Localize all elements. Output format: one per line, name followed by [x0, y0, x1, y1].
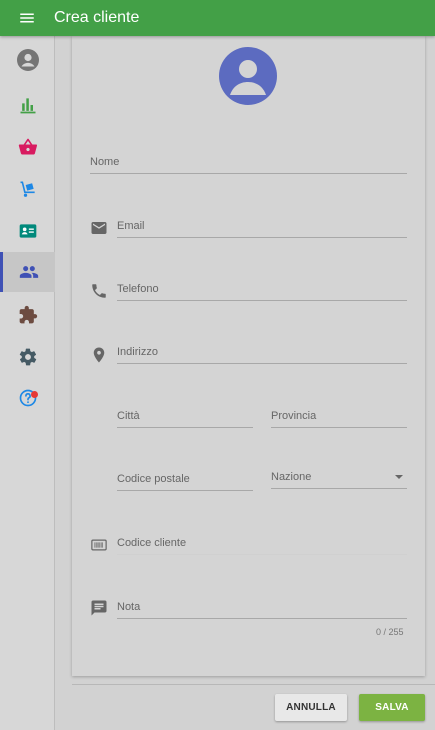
bar-chart-icon — [20, 98, 35, 114]
puzzle-icon — [19, 305, 37, 324]
provincia-field[interactable]: Provincia — [271, 404, 407, 428]
nota-char-counter: 0 / 255 — [376, 627, 404, 637]
nota-label: Nota — [117, 601, 141, 613]
shopping-basket-icon — [18, 138, 37, 155]
indirizzo-field[interactable]: Indirizzo — [117, 340, 407, 364]
chevron-down-icon — [395, 475, 403, 479]
sidebar-item-settings[interactable] — [0, 337, 55, 377]
codice-postale-field[interactable]: Codice postale — [117, 467, 253, 491]
nota-field[interactable]: Nota — [117, 595, 407, 619]
id-card-icon — [19, 224, 36, 238]
sidebar-item-warehouse[interactable] — [0, 169, 55, 209]
sidebar-item-customers[interactable] — [0, 252, 55, 292]
notification-badge — [31, 391, 38, 398]
citta-field[interactable]: Città — [117, 404, 253, 428]
nome-field[interactable]: Nome — [90, 150, 407, 174]
dolly-icon — [20, 181, 35, 197]
customer-avatar[interactable] — [219, 47, 277, 105]
sidebar-item-account[interactable] — [0, 40, 55, 80]
save-button[interactable]: SALVA — [359, 694, 425, 721]
menu-icon[interactable] — [9, 0, 45, 36]
settings-icon — [19, 348, 36, 366]
codice-postale-label: Codice postale — [117, 473, 190, 485]
nazione-label: Nazione — [271, 471, 312, 483]
email-field[interactable]: Email — [117, 214, 407, 238]
phone-icon — [90, 282, 108, 300]
app-header: Crea cliente — [0, 0, 435, 36]
email-label: Email — [117, 220, 145, 232]
person-icon — [230, 60, 266, 95]
sidebar-item-sales[interactable] — [0, 127, 55, 167]
sidebar-item-help[interactable] — [0, 378, 55, 418]
nazione-select[interactable]: Nazione — [271, 465, 407, 489]
page-title: Crea cliente — [54, 9, 140, 26]
comment-icon — [90, 599, 108, 617]
location-pin-icon — [90, 346, 108, 364]
nome-label: Nome — [90, 156, 120, 168]
provincia-label: Provincia — [271, 410, 317, 422]
indirizzo-label: Indirizzo — [117, 346, 158, 358]
sidebar-item-stats[interactable] — [0, 85, 55, 125]
sidebar-item-contacts-card[interactable] — [0, 211, 55, 251]
people-icon — [19, 266, 39, 278]
account-icon — [16, 49, 39, 71]
codice-cliente-label: Codice cliente — [117, 537, 187, 549]
citta-label: Città — [117, 410, 140, 422]
email-icon — [90, 219, 108, 237]
telefono-label: Telefono — [117, 283, 159, 295]
telefono-field[interactable]: Telefono — [117, 277, 407, 301]
sidebar-item-extensions[interactable] — [0, 295, 55, 335]
barcode-icon — [90, 536, 108, 554]
sidebar — [0, 36, 55, 730]
codice-cliente-field[interactable]: Codice cliente — [117, 531, 407, 555]
footer-divider — [72, 684, 435, 685]
cancel-button[interactable]: ANNULLA — [275, 694, 347, 721]
